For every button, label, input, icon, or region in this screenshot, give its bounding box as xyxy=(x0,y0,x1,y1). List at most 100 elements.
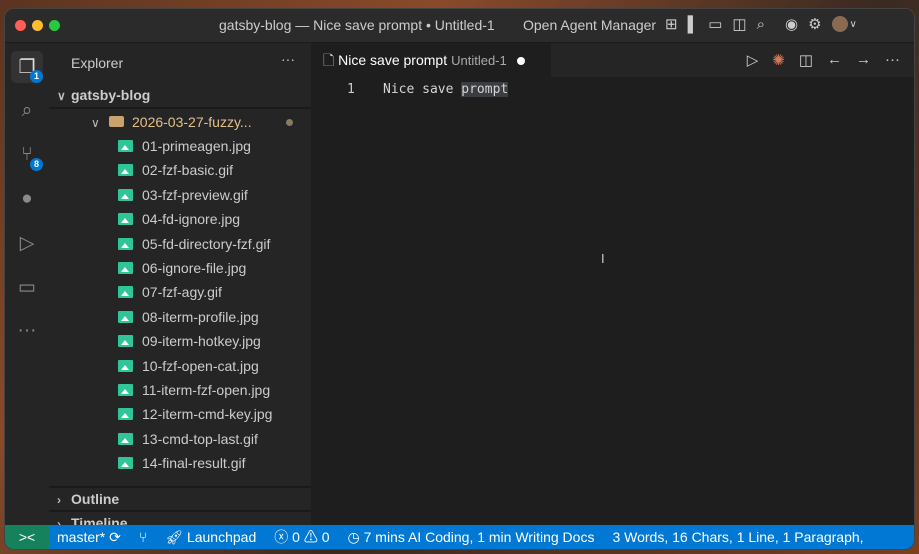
code-text[interactable]: Nice save prompt xyxy=(383,79,509,101)
run-icon[interactable]: ▷ xyxy=(747,51,759,69)
git-graph-icon[interactable]: ⑂ xyxy=(139,525,147,549)
word-count-item[interactable]: 3 Words, 16 Chars, 1 Line, 1 Paragraph, xyxy=(612,525,863,549)
toggle-sidebar-icon[interactable]: ▌ xyxy=(688,16,699,33)
more-icon[interactable]: ··· xyxy=(885,51,900,69)
file-item[interactable]: 14-final-result.gif xyxy=(49,451,311,475)
error-icon: ⓧ xyxy=(274,529,289,545)
file-label: 05-fd-directory-fzf.gif xyxy=(142,235,271,252)
explorer-sidebar: Explorer ··· ∨ gatsby-blog ∨ 2026-03-27-fu… xyxy=(49,43,311,531)
window-controls xyxy=(15,20,60,31)
branch-item[interactable]: master* ⟳ xyxy=(57,525,121,549)
file-label: 12-iterm-cmd-key.jpg xyxy=(142,406,273,423)
arrow-right-icon[interactable]: → xyxy=(856,51,871,69)
arrow-left-icon[interactable]: ← xyxy=(827,51,842,69)
tab-untitled-1[interactable]: 🗋 Nice save prompt Untitled-1 xyxy=(311,43,551,77)
file-label: 08-iterm-profile.jpg xyxy=(142,308,259,325)
activity-bar: ❐ 1 ⌕ ⑂ 8 ● ▷ ▭ ··· xyxy=(5,43,49,527)
folder-label: 2026-03-27-fuzzy... xyxy=(132,114,252,130)
branch-label: master* xyxy=(57,529,106,545)
toggle-secondary-sidebar-icon[interactable]: ◫ xyxy=(732,15,746,33)
chevron-down-icon: ∨ xyxy=(91,116,100,130)
file-item[interactable]: 11-iterm-fzf-open.jpg xyxy=(49,378,311,402)
image-file-icon xyxy=(118,188,133,201)
text-cursor-icon: I xyxy=(601,251,605,266)
source-control-icon[interactable]: ⑂ 8 xyxy=(11,139,43,171)
outline-section[interactable]: › Outline xyxy=(49,487,311,511)
file-item[interactable]: 03-fzf-preview.gif xyxy=(49,183,311,207)
unsaved-dot-icon[interactable] xyxy=(516,57,525,65)
file-item[interactable]: 08-iterm-profile.jpg xyxy=(49,305,311,329)
root-label: gatsby-blog xyxy=(71,87,151,103)
file-label: 14-final-result.gif xyxy=(142,455,246,472)
problems-item[interactable]: ⓧ 0 ⚠ 0 xyxy=(274,525,329,549)
tab-bar: 🗋 Nice save prompt Untitled-1 ▷ ✺ ◫ ← → ·… xyxy=(311,43,914,77)
file-label: 13-cmd-top-last.gif xyxy=(142,430,258,447)
image-file-icon xyxy=(118,432,133,445)
image-file-icon xyxy=(118,457,133,470)
folder-root[interactable]: ∨ gatsby-blog xyxy=(49,83,311,107)
file-item[interactable]: 07-fzf-agy.gif xyxy=(49,280,311,304)
file-item[interactable]: 13-cmd-top-last.gif xyxy=(49,427,311,451)
errors-count: 0 xyxy=(292,529,300,545)
scm-badge: 8 xyxy=(30,158,43,171)
code-selected: prompt xyxy=(461,82,509,97)
close-button[interactable] xyxy=(15,20,26,31)
file-item[interactable]: 09-iterm-hotkey.jpg xyxy=(49,329,311,353)
vscode-window: gatsby-blog — Nice save prompt • Untitle… xyxy=(4,8,915,550)
run-debug-icon[interactable]: ▷ xyxy=(11,227,43,259)
file-item[interactable]: 01-primeagen.jpg xyxy=(49,134,311,158)
more-actions-button[interactable]: ··· xyxy=(281,51,295,67)
maximize-button[interactable] xyxy=(49,20,60,31)
split-editor-icon[interactable]: ◫ xyxy=(799,51,813,69)
tab-subtitle: Untitled-1 xyxy=(451,53,507,68)
warnings-count: 0 xyxy=(321,529,330,545)
chevron-down-icon[interactable]: ∨ xyxy=(850,19,857,30)
editor-area[interactable]: 🗋 Nice save prompt Untitled-1 ▷ ✺ ◫ ← → ·… xyxy=(311,43,914,527)
image-file-icon xyxy=(118,359,133,372)
explorer-icon[interactable]: ❐ 1 xyxy=(11,51,43,83)
file-label: 01-primeagen.jpg xyxy=(142,138,251,154)
file-label: 03-fzf-preview.gif xyxy=(142,186,248,203)
chevron-right-icon: › xyxy=(57,493,61,507)
wakatime-item[interactable]: ◷ 7 mins AI Coding, 1 min Writing Docs xyxy=(348,525,595,549)
avatar[interactable] xyxy=(831,16,848,32)
file-item[interactable]: 02-fzf-basic.gif xyxy=(49,158,311,182)
minimize-button[interactable] xyxy=(32,20,43,31)
chrome-icon[interactable]: ◉ xyxy=(785,15,798,33)
launchpad-item[interactable]: 🚀︎ Launchpad xyxy=(165,525,256,549)
rocket-icon: 🚀︎ xyxy=(165,529,184,545)
layout-icon[interactable]: ⊞ xyxy=(665,15,678,33)
gear-icon[interactable]: ⚙ xyxy=(808,15,821,33)
code-plain: Nice save xyxy=(383,82,462,97)
launchpad-label: Launchpad xyxy=(186,529,257,545)
file-label: 06-ignore-file.jpg xyxy=(142,260,247,276)
github-icon[interactable]: ● xyxy=(11,183,43,215)
folder-item[interactable]: ∨ 2026-03-27-fuzzy... xyxy=(49,110,311,134)
file-item[interactable]: 05-fd-directory-fzf.gif xyxy=(49,232,311,256)
file-item[interactable]: 10-fzf-open-cat.jpg xyxy=(49,354,311,378)
toggle-panel-icon[interactable]: ▭ xyxy=(708,15,722,33)
claude-icon[interactable]: ✺ xyxy=(772,51,785,69)
search-icon[interactable]: ⌕ xyxy=(11,95,43,127)
image-file-icon xyxy=(118,262,133,274)
window-title: gatsby-blog — Nice save prompt • Untitle… xyxy=(219,17,495,33)
search-icon[interactable]: ⌕ xyxy=(757,16,765,33)
history-icon: ◷ xyxy=(347,529,360,545)
title-bar: gatsby-blog — Nice save prompt • Untitle… xyxy=(5,9,914,43)
file-item[interactable]: 06-ignore-file.jpg xyxy=(49,256,311,280)
file-label: 04-fd-ignore.jpg xyxy=(142,211,241,228)
remote-button[interactable]: >< xyxy=(5,525,49,549)
image-file-icon xyxy=(118,310,133,323)
explorer-badge: 1 xyxy=(30,70,43,83)
chevron-down-icon: ∨ xyxy=(57,89,66,103)
file-item[interactable]: 12-iterm-cmd-key.jpg xyxy=(49,402,311,426)
file-item[interactable]: 04-fd-ignore.jpg xyxy=(49,207,311,231)
open-agent-manager-button[interactable]: Open Agent Manager xyxy=(523,17,656,33)
remote-explorer-icon[interactable]: ▭ xyxy=(11,271,43,303)
warning-icon: ⚠ xyxy=(303,529,318,545)
code-line[interactable]: 1 Nice save prompt xyxy=(311,79,914,101)
file-label: 07-fzf-agy.gif xyxy=(142,284,222,301)
image-file-icon xyxy=(118,286,133,299)
more-icon[interactable]: ··· xyxy=(11,315,43,347)
sync-icon: ⟳ xyxy=(109,529,121,545)
